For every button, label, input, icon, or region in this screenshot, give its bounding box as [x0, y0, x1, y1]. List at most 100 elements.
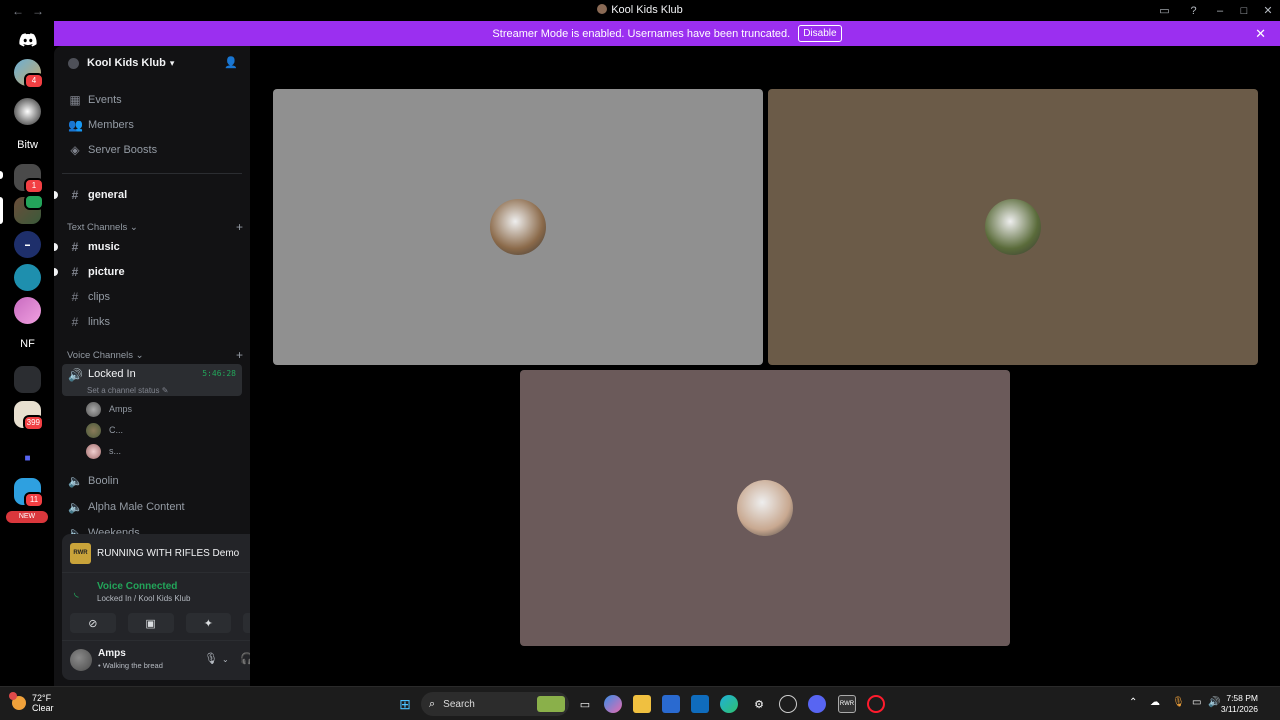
server-icon-8[interactable] — [14, 297, 41, 324]
microphone-icon[interactable]: 🎙 — [204, 652, 218, 665]
weather-widget[interactable]: 72°F Clear — [9, 692, 54, 713]
channel-name: links — [88, 316, 111, 328]
camera-off-icon: ⊘ — [88, 617, 98, 630]
avatar — [86, 443, 101, 459]
server-icon-2[interactable] — [14, 98, 41, 125]
file-explorer-icon[interactable] — [633, 695, 651, 713]
video-tile[interactable] — [520, 370, 1010, 646]
server-icon — [597, 4, 608, 14]
add-channel-icon[interactable]: + — [236, 220, 243, 234]
voice-channel-boolin[interactable]: 🔈 Boolin — [62, 470, 242, 492]
opera-icon[interactable] — [867, 695, 885, 713]
clock-time: 7:58 PM — [1226, 693, 1258, 703]
outlook-icon[interactable] — [691, 695, 709, 713]
video-tile[interactable] — [768, 89, 1258, 365]
folder-icon[interactable]: ■ — [14, 445, 41, 472]
close-window-button[interactable]: ✕ — [1256, 4, 1280, 17]
system-clock[interactable]: 7:58 PM 3/11/2026 — [1221, 693, 1258, 715]
speaker-icon: 🔈 — [68, 474, 83, 488]
sun-icon — [9, 692, 26, 710]
server-icon-13[interactable]: 11 — [14, 478, 44, 508]
set-channel-status[interactable]: Set a channel status ✎ — [87, 386, 168, 395]
forward-arrow-icon[interactable]: → — [32, 4, 44, 18]
discord-icon[interactable] — [808, 695, 826, 713]
back-arrow-icon[interactable]: ← — [12, 4, 24, 18]
channel-music[interactable]: # music — [54, 236, 242, 258]
windows-start-icon[interactable]: ⊞ — [396, 695, 414, 713]
task-view-icon[interactable]: ▭ — [576, 695, 594, 713]
video-tile[interactable] — [273, 89, 763, 365]
server-icon-nf[interactable]: NF — [14, 330, 41, 357]
settings-icon[interactable]: ⚙ — [750, 695, 768, 713]
edge-icon[interactable] — [720, 695, 738, 713]
voice-video-grid — [250, 46, 1280, 686]
server-icon-1[interactable]: 4 — [14, 59, 44, 89]
taskbar-search[interactable]: ⌕ Search — [421, 692, 569, 716]
search-placeholder: Search — [443, 698, 475, 710]
add-channel-icon[interactable]: + — [236, 348, 243, 362]
soundboard-button[interactable]: ♪ — [243, 613, 250, 633]
participant-avatar — [737, 480, 793, 536]
activity-card[interactable]: RWR RUNNING WITH RIFLES Demo ▣ — [70, 542, 250, 564]
inbox-icon[interactable]: ▭ — [1150, 4, 1179, 17]
volume-icon[interactable]: 🔊 — [1208, 697, 1220, 708]
server-rail: 4 Bitw 1 ▬ NF 399 ■ 11 NEW — [0, 21, 54, 686]
server-header[interactable]: Kool Kids Klub ▾ 👤 — [54, 46, 250, 80]
sidebar-item-label: Server Boosts — [88, 144, 158, 156]
current-user[interactable]: Amps • Walking the bread 🎙 ⌄ 🎧 ⌄ ⚙ — [70, 646, 250, 674]
sidebar-item-server-boosts[interactable]: ◈ Server Boosts — [62, 139, 242, 161]
channel-clips[interactable]: # clips — [62, 286, 242, 308]
signal-icon: ◟ — [74, 585, 79, 599]
chevron-up-icon[interactable]: ⌃ — [1129, 697, 1137, 708]
voice-user[interactable]: s... — [86, 442, 121, 460]
activities-button[interactable]: ✦ — [185, 613, 232, 633]
category-text-channels[interactable]: Text Channels ⌄ + — [67, 220, 243, 234]
channel-sidebar: Kool Kids Klub ▾ 👤 ▦ Events 👥 Members ◈ Ser… — [54, 46, 250, 686]
microphone-tray-icon[interactable]: 🎙 — [1172, 697, 1185, 708]
calendar-icon: ▦ — [69, 93, 81, 107]
minimize-button[interactable]: – — [1208, 5, 1232, 17]
voice-user[interactable]: Amps — [86, 400, 132, 418]
close-icon[interactable]: ✕ — [1255, 26, 1266, 42]
voice-channel-alpha-male-content[interactable]: 🔈 Alpha Male Content — [62, 496, 242, 518]
chevron-down-icon[interactable]: ⌄ — [222, 655, 229, 664]
windows-taskbar: 72°F Clear ⊞ ⌕ Search ▭ ⚙ RWR ⌃ ☁ 🎙 ▭ 🔊 … — [0, 686, 1280, 720]
server-folder-icon-2[interactable]: 399 — [14, 401, 44, 431]
copilot-icon[interactable] — [604, 695, 622, 713]
server-icon-4[interactable]: 1 — [14, 164, 44, 194]
category-voice-channels[interactable]: Voice Channels ⌄ + — [67, 348, 243, 362]
sidebar-item-events[interactable]: ▦ Events — [62, 89, 242, 111]
voice-location[interactable]: Locked In / Kool Kids Klub — [97, 594, 190, 603]
invite-icon[interactable]: 👤 — [224, 56, 238, 69]
participant-avatar — [985, 199, 1041, 255]
disable-button[interactable]: Disable — [798, 25, 842, 42]
game-name: RUNNING WITH RIFLES Demo — [97, 547, 240, 559]
cloud-icon[interactable]: ☁ — [1150, 697, 1160, 708]
chevron-down-icon: ⌄ — [129, 221, 138, 233]
hashtag-icon: # — [71, 290, 79, 304]
channel-general[interactable]: # general — [54, 184, 242, 206]
rwr-game-icon[interactable]: RWR — [838, 695, 856, 713]
screen-share-button[interactable]: ▣ — [127, 613, 174, 633]
help-icon[interactable]: ? — [1179, 5, 1208, 17]
server-icon-6[interactable]: ▬ — [14, 231, 41, 258]
headphones-icon[interactable]: 🎧 — [240, 652, 250, 665]
new-badge[interactable]: NEW — [6, 511, 48, 523]
discord-home-icon[interactable] — [14, 26, 41, 53]
steam-icon[interactable] — [779, 695, 797, 713]
server-icon-kool-kids-klub[interactable] — [14, 194, 44, 224]
server-folder-icon[interactable] — [14, 366, 41, 393]
network-icon[interactable]: ▭ — [1192, 697, 1201, 708]
store-icon[interactable] — [662, 695, 680, 713]
voice-badge — [24, 194, 44, 210]
server-icon-bitw[interactable]: Bitw — [14, 131, 41, 158]
voice-user[interactable]: C... — [86, 421, 123, 439]
channel-links[interactable]: # links — [62, 311, 242, 333]
voice-connected-label[interactable]: Voice Connected — [97, 581, 177, 592]
camera-off-button[interactable]: ⊘ — [70, 613, 116, 633]
channel-picture[interactable]: # picture — [54, 261, 242, 283]
maximize-button[interactable]: □ — [1232, 5, 1256, 17]
sidebar-item-members[interactable]: 👥 Members — [62, 114, 242, 136]
server-icon-7[interactable] — [14, 264, 41, 291]
temperature: 72°F — [32, 693, 52, 703]
